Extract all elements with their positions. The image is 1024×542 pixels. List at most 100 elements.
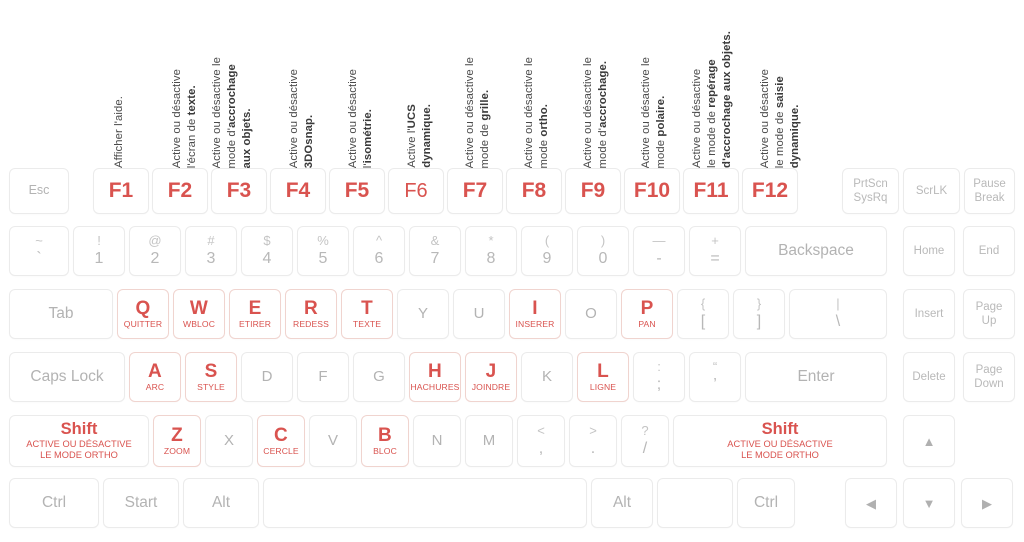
key-j[interactable]: J JOINDRE [465,352,517,402]
key-pause[interactable]: Pause Break [964,168,1015,214]
key-y[interactable]: Y [397,289,449,339]
key-capslock[interactable]: Caps Lock [9,352,125,402]
key-c[interactable]: C CERCLE [257,415,305,467]
key-b[interactable]: B BLOC [361,415,409,467]
key-seven[interactable]: & 7 [409,226,461,276]
key-p[interactable]: P PAN [621,289,673,339]
key-scrlk[interactable]: ScrLK [903,168,960,214]
key-x[interactable]: X [205,415,253,467]
key-space[interactable] [263,478,587,528]
key-m[interactable]: M [465,415,513,467]
key-four[interactable]: $4 [241,226,293,276]
key-w[interactable]: W WBLOC [173,289,225,339]
key-insert[interactable]: Insert [903,289,955,339]
key-k[interactable]: K [521,352,573,402]
key-minus[interactable]: — - [633,226,685,276]
key-zero[interactable]: ) 0 [577,226,629,276]
key-comma[interactable]: <, [517,415,565,467]
key-v[interactable]: V [309,415,357,467]
key-end[interactable]: End [963,226,1015,276]
number-row: ~ `! 1 @2 #3 $4% 5 ^ 6 & 7 * 8(9) 0— - + = Backspace Home E… [0,226,1024,276]
key-z[interactable]: Z ZOOM [153,415,201,467]
key-f10[interactable]: F10 [624,168,680,214]
key-i[interactable]: I INSERER [509,289,561,339]
key-semicolon[interactable]: :; [633,352,685,402]
key-f7[interactable]: F7 [447,168,503,214]
key-start[interactable]: Start [103,478,179,528]
key-arrow-down[interactable]: ▼ [903,478,955,528]
key-three[interactable]: #3 [185,226,237,276]
key-f2[interactable]: F2 [152,168,208,214]
key-one[interactable]: ! 1 [73,226,125,276]
key-home[interactable]: Home [903,226,955,276]
key-five[interactable]: % 5 [297,226,349,276]
key-nine[interactable]: (9 [521,226,573,276]
key-slash[interactable]: ? / [621,415,669,467]
key-o[interactable]: O [565,289,617,339]
key-ctrl-right[interactable]: Ctrl [737,478,795,528]
key-u[interactable]: U [453,289,505,339]
key-two[interactable]: @2 [129,226,181,276]
key-equal[interactable]: + = [689,226,741,276]
key-arrow-right[interactable]: ▶ [961,478,1013,528]
key-shift-right[interactable]: Shift ACTIVE OU DÉSACTIVE LE MODE ORTHO [673,415,887,467]
key-legend-upper: ) [600,233,606,249]
key-f[interactable]: F [297,352,349,402]
key-menu[interactable] [657,478,733,528]
key-alt-left[interactable]: Alt [183,478,259,528]
key-tab[interactable]: Tab [9,289,113,339]
key-delete[interactable]: Delete [903,352,955,402]
key-legend: F2 [167,178,193,202]
key-g[interactable]: G [353,352,405,402]
key-f4[interactable]: F4 [270,168,326,214]
key-arrow-up[interactable]: ▲ [903,415,955,467]
key-command-label: BLOC [373,446,397,457]
key-q[interactable]: Q QUITTER [117,289,169,339]
key-ctrl-left[interactable]: Ctrl [9,478,99,528]
key-backtick[interactable]: ~ ` [9,226,69,276]
key-l[interactable]: L LIGNE [577,352,629,402]
key-t[interactable]: T TEXTE [341,289,393,339]
shift-row: Shift ACTIVE OU DÉSACTIVE LE MODE ORTHO Z Z… [0,415,1024,467]
key-rbracket[interactable]: }] [733,289,785,339]
annotation-f5: Active ou désactive l'isométrie. [346,0,376,168]
key-pageup[interactable]: Page Up [963,289,1015,339]
key-f6[interactable]: F6 [388,168,444,214]
key-command-label: WBLOC [182,319,215,330]
key-f3[interactable]: F3 [211,168,267,214]
key-f1[interactable]: F1 [93,168,149,214]
key-s[interactable]: S STYLE [185,352,237,402]
key-quote[interactable]: “’ [689,352,741,402]
key-backspace[interactable]: Backspace [745,226,887,276]
key-f11[interactable]: F11 [683,168,739,214]
key-prtscn[interactable]: PrtScn SysRq [842,168,899,214]
key-legend: M [482,432,496,450]
key-legend-lower: 1 [94,250,104,268]
key-six[interactable]: ^ 6 [353,226,405,276]
key-e[interactable]: E ETIRER [229,289,281,339]
key-enter[interactable]: Enter [745,352,887,402]
key-eight[interactable]: * 8 [465,226,517,276]
key-f5[interactable]: F5 [329,168,385,214]
key-h[interactable]: H HACHURES [409,352,461,402]
key-f12[interactable]: F12 [742,168,798,214]
key-esc[interactable]: Esc [9,168,69,214]
key-command-label: TEXTE [352,319,382,330]
key-lbracket[interactable]: {[ [677,289,729,339]
key-alt-right[interactable]: Alt [591,478,653,528]
key-pagedown[interactable]: Page Down [963,352,1015,402]
key-f8[interactable]: F8 [506,168,562,214]
key-shift-left[interactable]: Shift ACTIVE OU DÉSACTIVE LE MODE ORTHO [9,415,149,467]
key-n[interactable]: N [413,415,461,467]
key-command-label: QUITTER [123,319,163,330]
key-a[interactable]: A ARC [129,352,181,402]
key-arrow-left[interactable]: ◀ [845,478,897,528]
key-r[interactable]: R REDESS [285,289,337,339]
annotation-text: Active ou désactive le mode d'accrochage. [581,57,611,168]
annotation-line: d'accrochage aux objets. [720,31,733,168]
key-backslash[interactable]: | \ [789,289,887,339]
key-d[interactable]: D [241,352,293,402]
annotation-text: Active ou désactive 3DOsnap. [287,69,317,168]
key-f9[interactable]: F9 [565,168,621,214]
key-period[interactable]: >. [569,415,617,467]
